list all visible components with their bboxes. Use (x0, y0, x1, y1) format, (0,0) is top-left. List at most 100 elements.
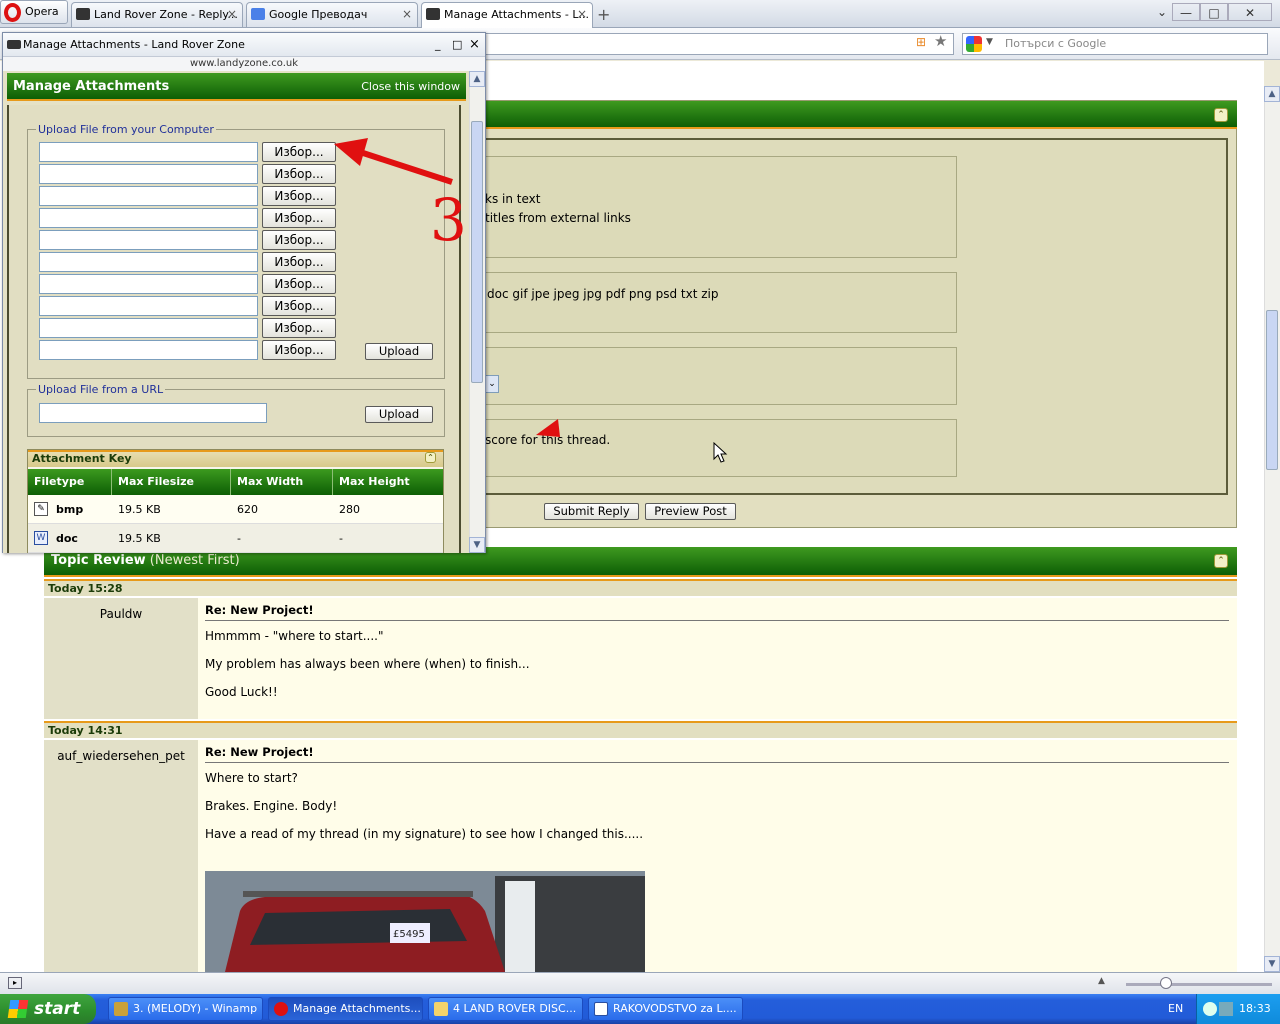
select-dropdown-icon[interactable]: ⌄ (485, 375, 499, 393)
search-engine-dropdown-icon[interactable]: ▼ (986, 37, 993, 47)
file-path-input[interactable] (39, 296, 258, 316)
word-document-icon (594, 1002, 608, 1016)
height-cell: - (339, 532, 343, 545)
browse-file-button[interactable]: Избор... (262, 230, 336, 250)
file-path-input[interactable] (39, 230, 258, 250)
post-line: Where to start? (205, 771, 298, 785)
page-scroll-thumb[interactable] (1266, 310, 1278, 470)
new-tab-button[interactable]: + (597, 5, 610, 24)
post-image-land-rover[interactable]: £5495 (205, 871, 645, 972)
file-path-input[interactable] (39, 274, 258, 294)
start-button[interactable]: start (0, 994, 96, 1024)
tray-expand-icon[interactable] (1203, 1002, 1217, 1016)
post-title: Re: New Project! (205, 740, 1229, 763)
rss-icon[interactable]: ⊞ (916, 35, 926, 49)
manage-attachments-popup: Manage Attachments - Land Rover Zone _ □… (2, 32, 486, 553)
post-username[interactable]: auf_wiedersehen_pet (44, 740, 198, 972)
mouse-cursor-icon (713, 442, 728, 463)
taskbar-item-folder[interactable]: 4 LAND ROVER DISC... (428, 997, 583, 1021)
browse-file-button[interactable]: Избор... (262, 164, 336, 184)
collapse-icon[interactable]: ⌃ (1214, 108, 1228, 122)
url-field[interactable] (484, 33, 954, 55)
scroll-down-icon[interactable]: ▼ (1264, 956, 1280, 972)
misc-options-box: ks in text titles from external links (484, 156, 957, 258)
browse-file-button[interactable]: Избор... (262, 318, 336, 338)
popup-close-button[interactable]: × (469, 33, 480, 57)
file-path-input[interactable] (39, 252, 258, 272)
bookmark-star-icon[interactable]: ★ (934, 32, 947, 50)
minimize-button[interactable]: — (1172, 3, 1200, 21)
tab-google-translate[interactable]: Google Преводач × (246, 2, 418, 27)
filesize-cell: 19.5 KB (118, 503, 161, 516)
url-upload-input[interactable] (39, 403, 267, 423)
land-rover-favicon-icon (426, 8, 440, 20)
collapse-icon[interactable]: ⌃ (425, 452, 436, 463)
file-path-input[interactable] (39, 186, 258, 206)
post-line: My problem has always been where (when) … (205, 657, 530, 671)
tab-label: Manage Attachments - L... (444, 8, 589, 21)
tab-label: Land Rover Zone - Reply... (94, 8, 238, 21)
popup-maximize-button[interactable]: □ (452, 33, 462, 57)
zoom-up-icon[interactable]: ▲ (1098, 976, 1105, 986)
upload-url-button[interactable]: Upload (365, 406, 433, 423)
collapse-icon[interactable]: ⌃ (1214, 554, 1228, 568)
file-path-input[interactable] (39, 164, 258, 184)
taskbar-item-word[interactable]: RAKOVODSTVO za L.... (588, 997, 743, 1021)
topic-review-title: Topic Review (51, 553, 146, 568)
browse-file-button[interactable]: Избор... (262, 142, 336, 162)
tab-land-rover-zone-reply[interactable]: Land Rover Zone - Reply... × (71, 2, 243, 27)
maximize-button[interactable]: □ (1200, 3, 1228, 21)
attachment-key-header: Attachment Key ⌃ (28, 450, 443, 467)
thread-prefix-box: ⌄ (484, 347, 957, 405)
file-path-input[interactable] (39, 142, 258, 162)
panel-toggle-icon[interactable]: ▸ (8, 977, 22, 989)
filetype-cell: bmp (56, 503, 84, 516)
manage-attachments-header: Manage Attachments Close this window (7, 73, 466, 101)
scroll-down-icon[interactable]: ▼ (469, 537, 485, 553)
taskbar-item-winamp[interactable]: 3. (MELODY) - Winamp (108, 997, 263, 1021)
table-row: ✎ bmp 19.5 KB 620 280 (28, 495, 443, 524)
submit-reply-button[interactable]: Submit Reply (544, 503, 639, 520)
browse-file-button[interactable]: Избор... (262, 208, 336, 228)
google-search-icon[interactable] (966, 36, 982, 52)
page-scrollbar[interactable]: ▲ ▼ (1264, 86, 1280, 972)
close-window-button[interactable]: ✕ (1228, 3, 1272, 21)
network-icon[interactable] (1219, 1002, 1233, 1016)
width-cell: 620 (237, 503, 258, 516)
tab-close-icon[interactable]: × (227, 3, 237, 26)
attachment-key-table: Attachment Key ⌃ Filetype Max Filesize M… (27, 449, 444, 553)
browse-file-button[interactable]: Избор... (262, 274, 336, 294)
post-username[interactable]: Pauldw (44, 598, 198, 719)
language-indicator[interactable]: EN (1168, 994, 1183, 1024)
task-label: 3. (MELODY) - Winamp (133, 1002, 258, 1015)
taskbar-item-opera[interactable]: Manage Attachments... (268, 997, 423, 1021)
tab-manage-attachments[interactable]: Manage Attachments - L... × (421, 2, 593, 28)
browse-file-button[interactable]: Избор... (262, 340, 336, 360)
attachments-box: doc gif jpe jpeg jpg pdf png psd txt zip (484, 272, 957, 333)
browse-file-button[interactable]: Избор... (262, 296, 336, 316)
post-title: Re: New Project! (205, 598, 1229, 621)
manage-attachments-title: Manage Attachments (13, 79, 170, 94)
scroll-up-icon[interactable]: ▲ (1264, 86, 1280, 102)
search-input[interactable]: Потърси с Google (962, 33, 1268, 55)
table-row: W doc 19.5 KB - - (28, 524, 443, 553)
clock[interactable]: 18:33 (1239, 994, 1271, 1024)
zoom-slider-handle[interactable] (1160, 977, 1172, 989)
tab-close-icon[interactable]: × (402, 3, 412, 26)
file-path-input[interactable] (39, 340, 258, 360)
preview-post-button[interactable]: Preview Post (645, 503, 736, 520)
land-rover-favicon-icon (76, 8, 90, 20)
file-path-input[interactable] (39, 208, 258, 228)
close-window-link[interactable]: Close this window (361, 73, 460, 101)
scroll-up-icon[interactable]: ▲ (469, 71, 485, 87)
post-body: Re: New Project! Hmmmm - "where to start… (198, 598, 1237, 719)
popup-minimize-button[interactable]: _ (435, 33, 441, 57)
zoom-slider[interactable] (1126, 983, 1272, 986)
file-path-input[interactable] (39, 318, 258, 338)
browse-file-button[interactable]: Избор... (262, 186, 336, 206)
upload-files-button[interactable]: Upload (365, 343, 433, 360)
tab-close-icon[interactable]: × (577, 3, 587, 26)
attachment-key-columns: Filetype Max Filesize Max Width Max Heig… (28, 469, 443, 495)
opera-menu-button[interactable]: Opera (0, 0, 68, 24)
browse-file-button[interactable]: Избор... (262, 252, 336, 272)
